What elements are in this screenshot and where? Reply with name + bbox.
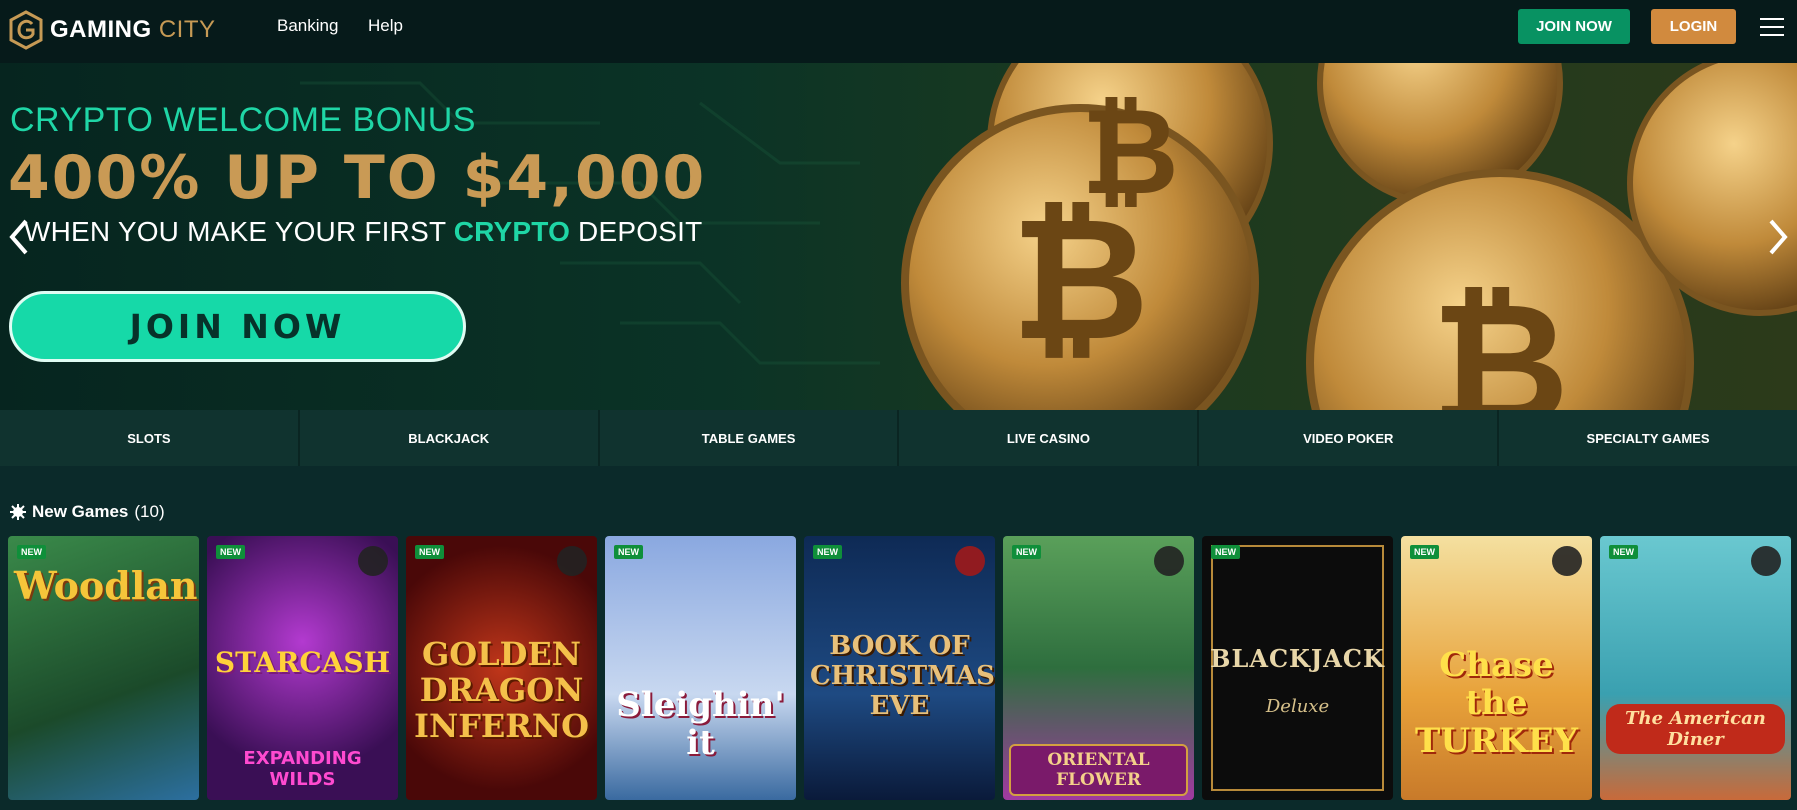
- new-badge: NEW: [216, 545, 245, 559]
- logo-text: GAMING CITY: [50, 16, 216, 43]
- game-tile-golden-dragon-inferno[interactable]: NEW GOLDEN DRAGON INFERNO: [406, 536, 597, 800]
- game-tile-blackjack-deluxe[interactable]: NEW BLACKJACK Deluxe: [1202, 536, 1393, 800]
- carousel-prev-arrow-icon[interactable]: [6, 217, 30, 257]
- category-live-casino[interactable]: LIVE CASINO: [899, 410, 1200, 466]
- carousel-next-arrow-icon[interactable]: [1767, 217, 1791, 257]
- game-tile-woodlanders[interactable]: NEW Woodlanders: [8, 536, 199, 800]
- category-slots[interactable]: SLOTS: [0, 410, 300, 466]
- game-tile-chase-the-turkey[interactable]: NEW Chase the TURKEY: [1401, 536, 1592, 800]
- game-title: The American Diner: [1606, 704, 1785, 754]
- game-tile-sleighin-it[interactable]: NEW Sleighin' it: [605, 536, 796, 800]
- header-join-now-button[interactable]: JOIN NOW: [1518, 9, 1630, 44]
- nav-help-link[interactable]: Help: [368, 16, 403, 36]
- category-blackjack[interactable]: BLACKJACK: [300, 410, 600, 466]
- new-badge: NEW: [1410, 545, 1439, 559]
- provider-icon: [557, 546, 587, 576]
- game-title: Sleighin' it: [616, 685, 785, 763]
- provider-icon: [1154, 546, 1184, 576]
- top-header: GAMING CITY Banking Help JOIN NOW LOGIN: [0, 0, 1797, 63]
- game-subtitle: Deluxe: [1265, 696, 1330, 717]
- new-badge: NEW: [415, 545, 444, 559]
- gaming-city-logo[interactable]: GAMING CITY: [8, 10, 216, 50]
- category-table-games[interactable]: TABLE GAMES: [600, 410, 900, 466]
- new-games-carousel: NEW Woodlanders NEW STARCASH EXPANDING W…: [8, 536, 1797, 800]
- game-tile-american-diner[interactable]: NEW The American Diner: [1600, 536, 1791, 800]
- bitcoin-coins-image: ₿ ₿ ₿: [901, 63, 1797, 410]
- new-badge: NEW: [813, 545, 842, 559]
- game-tile-oriental-flower[interactable]: NEW ORIENTAL FLOWER: [1003, 536, 1194, 800]
- hero-headline: CRYPTO WELCOME BONUS: [10, 101, 476, 139]
- game-tile-starcash[interactable]: NEW STARCASH EXPANDING WILDS: [207, 536, 398, 800]
- category-specialty-games[interactable]: SPECIALTY GAMES: [1499, 410, 1797, 466]
- provider-icon: [955, 546, 985, 576]
- game-title: ORIENTAL FLOWER: [1009, 744, 1188, 796]
- svg-text:₿: ₿: [1081, 83, 1179, 222]
- game-title: BOOK OF CHRISTMAS EVE: [810, 631, 995, 721]
- logo-mark-icon: [9, 10, 43, 50]
- provider-icon: [1751, 546, 1781, 576]
- provider-icon: [1552, 546, 1582, 576]
- new-badge: NEW: [1609, 545, 1638, 559]
- game-subtitle: EXPANDING WILDS: [243, 748, 362, 790]
- svg-text:₿: ₿: [1431, 266, 1570, 410]
- category-nav: SLOTS BLACKJACK TABLE GAMES LIVE CASINO …: [0, 410, 1797, 466]
- hero-bonus-amount: 400% UP TO $4,000: [8, 143, 707, 213]
- menu-icon[interactable]: [1760, 18, 1784, 36]
- new-badge: NEW: [17, 545, 46, 559]
- game-tile-book-of-christmas-eve[interactable]: NEW BOOK OF CHRISTMAS EVE: [804, 536, 995, 800]
- new-badge: NEW: [1211, 545, 1240, 559]
- hero-banner: ₿ ₿ ₿ CRYPTO WELCOME BONUS 400% UP TO $4…: [0, 63, 1797, 410]
- new-games-icon: [10, 504, 26, 520]
- game-title: STARCASH: [214, 646, 391, 679]
- category-video-poker[interactable]: VIDEO POKER: [1199, 410, 1500, 466]
- hero-subtitle: WHEN YOU MAKE YOUR FIRST CRYPTO DEPOSIT: [24, 216, 703, 247]
- new-badge: NEW: [614, 545, 643, 559]
- game-title: BLACKJACK: [1210, 644, 1385, 673]
- game-title: Chase the TURKEY: [1415, 645, 1578, 761]
- hero-join-now-button[interactable]: JOIN NOW: [9, 291, 466, 362]
- game-title: GOLDEN DRAGON INFERNO: [413, 635, 590, 745]
- provider-icon: [358, 546, 388, 576]
- new-badge: NEW: [1012, 545, 1041, 559]
- header-login-button[interactable]: LOGIN: [1651, 9, 1736, 44]
- game-title: Woodlanders: [14, 563, 199, 608]
- new-games-heading: New Games (10): [10, 502, 165, 522]
- nav-banking-link[interactable]: Banking: [277, 16, 338, 36]
